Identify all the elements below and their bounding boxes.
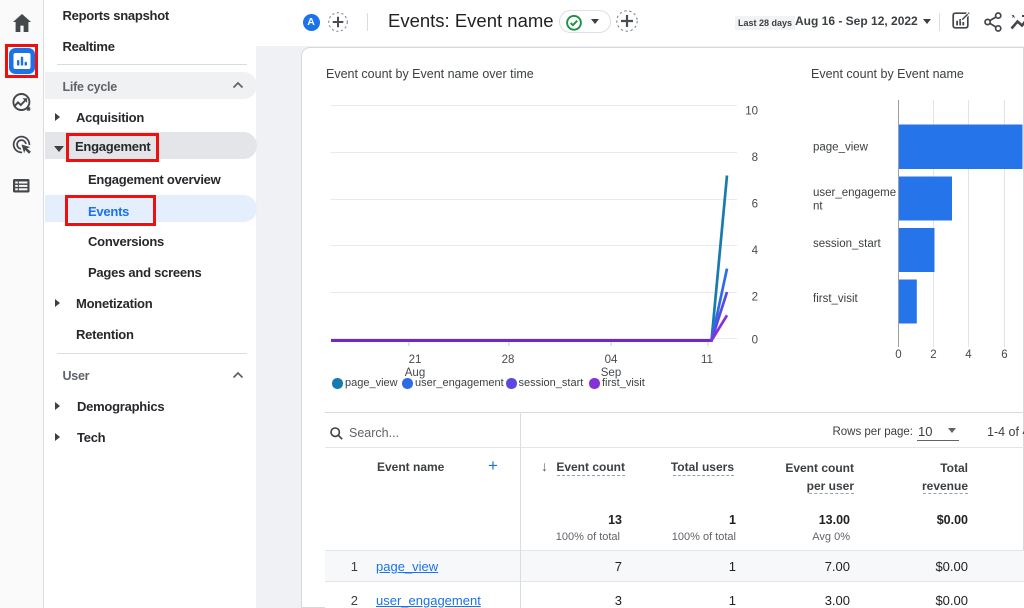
svg-text:11: 11 (701, 354, 713, 366)
svg-text:nt: nt (813, 201, 823, 213)
svg-text:user_engageme: user_engageme (813, 187, 896, 199)
svg-text:0: 0 (895, 349, 901, 361)
svg-text:page_view: page_view (813, 142, 869, 154)
svg-text:first_visit: first_visit (813, 293, 859, 305)
svg-text:8: 8 (752, 152, 758, 164)
svg-text:28: 28 (502, 354, 515, 366)
svg-text:6: 6 (1001, 349, 1007, 361)
svg-text:2: 2 (930, 349, 936, 361)
svg-text:21: 21 (409, 354, 422, 366)
svg-text:10: 10 (745, 106, 758, 118)
svg-text:04: 04 (605, 354, 618, 366)
svg-text:0: 0 (752, 335, 758, 347)
svg-text:4: 4 (965, 349, 972, 361)
svg-text:4: 4 (752, 245, 759, 257)
svg-text:6: 6 (752, 199, 758, 211)
svg-text:2: 2 (752, 292, 758, 304)
svg-text:session_start: session_start (813, 238, 882, 250)
